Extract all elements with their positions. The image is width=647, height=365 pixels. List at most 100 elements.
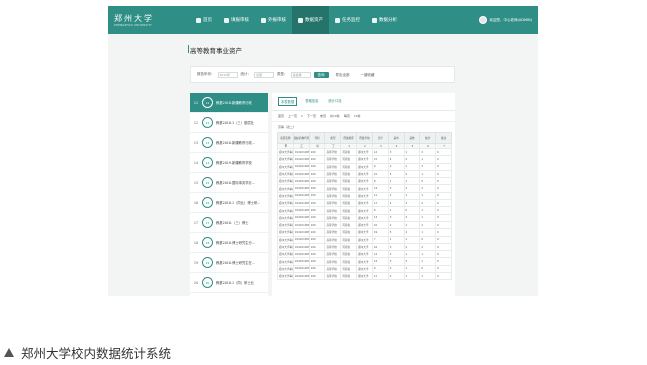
nav-item-4[interactable]: 任务监控 bbox=[329, 6, 366, 34]
nav-item-3[interactable]: 数据资产 bbox=[292, 6, 329, 34]
table-row[interactable]: 郑州大学事业单位91410100MA46100高等学校河南省郑州大学133210 bbox=[277, 213, 452, 222]
list-item-label: 教基2018.新疆教育行政... bbox=[216, 141, 255, 145]
list-item-label: 教基2018.博士研究生在... bbox=[216, 261, 255, 265]
pagination-item[interactable]: 上一页 bbox=[288, 114, 297, 118]
table-row[interactable]: 郑州大学事业单位91410100MA46100高等学校河南省郑州大学163220 bbox=[277, 242, 452, 252]
nav-item-label: 任务监控 bbox=[342, 18, 360, 23]
query-button[interactable]: 查询 bbox=[313, 71, 329, 78]
export-all-button[interactable]: 导出全部 bbox=[332, 72, 354, 78]
nav-item-1[interactable]: 填报审核 bbox=[218, 6, 255, 34]
table-row[interactable]: 郑州大学事业单位91410100MA46100高等学校河南省郑州大学174320 bbox=[277, 199, 452, 208]
page-title: 高等教育事业资产 bbox=[188, 45, 242, 55]
progress-ring-icon: 12 bbox=[202, 117, 213, 128]
progress-ring-icon: 19 bbox=[202, 257, 213, 268]
table-cell: 2 bbox=[419, 147, 437, 157]
user-area[interactable]: 欢迎您，中心老师(ADMIN) bbox=[478, 6, 532, 34]
list-item[interactable]: 17 17 教基2018.（三）博士 bbox=[190, 213, 268, 233]
pagination-item[interactable]: 每页 bbox=[344, 114, 350, 118]
table-cell: 郑州大学 bbox=[356, 272, 373, 281]
progress-ring-icon: 15 bbox=[202, 177, 213, 188]
table-cell: 郑州大学事业单位 bbox=[277, 264, 294, 274]
table-row[interactable]: 郑州大学事业单位91410100MA46100高等学校河南省郑州大学71100 bbox=[277, 235, 452, 244]
table-row[interactable]: 郑州大学事业单位91410100MA46100高等学校河南省郑州大学61010 bbox=[277, 206, 452, 215]
list-item[interactable]: 13 13 教基2018.新疆教育行政... bbox=[190, 133, 268, 153]
table-row[interactable]: 郑州大学事业单位91410100MA46100高等学校河南省郑州大学112110 bbox=[277, 272, 452, 281]
tab-1[interactable]: 表格信息 bbox=[303, 97, 320, 106]
table-cell: 5 bbox=[387, 169, 405, 179]
scope-select[interactable]: 全部 bbox=[254, 71, 274, 78]
list-item[interactable]: 15 15 教基2018.国际事务学办... bbox=[190, 173, 268, 193]
pagination-item[interactable]: 末页 bbox=[320, 114, 326, 118]
list-item-number: 16 bbox=[193, 200, 199, 205]
type-select[interactable]: 请选择 bbox=[290, 71, 311, 78]
table-cell: 郑州大学事业单位 bbox=[277, 147, 294, 157]
pagination-item[interactable]: 10条 bbox=[354, 114, 361, 118]
check-icon bbox=[261, 17, 266, 23]
pagination-item[interactable]: 共10条 bbox=[330, 114, 340, 118]
nav-item-2[interactable]: 外报审核 bbox=[255, 6, 292, 34]
tab-0[interactable]: 本表数据 bbox=[278, 97, 298, 106]
table-row[interactable]: 郑州大学事业单位91410100MA46100高等学校河南省郑州大学143210 bbox=[277, 257, 452, 266]
list-item[interactable]: 19 19 教基2018.博士研究生在... bbox=[190, 253, 268, 273]
table-cell: 2 bbox=[387, 162, 405, 171]
nav-item-5[interactable]: 数据分析 bbox=[366, 6, 403, 34]
list-item-number: 17 bbox=[193, 220, 199, 225]
table-cell: 郑州大学 bbox=[356, 191, 373, 201]
table-cell: 0 bbox=[435, 213, 452, 222]
table-row[interactable]: 郑州大学事业单位91410100MA46100高等学校河南省郑州大学154210 bbox=[277, 155, 452, 164]
table-header: 所属学校 bbox=[356, 132, 373, 144]
table-cell: 1 bbox=[403, 235, 421, 244]
list-item-number: 12 bbox=[193, 120, 199, 125]
table-cell: 河南省 bbox=[340, 213, 358, 222]
pagination-item[interactable]: 下一页 bbox=[307, 114, 316, 118]
table-cell: 10 bbox=[371, 220, 389, 230]
table-cell: 0 bbox=[435, 235, 452, 244]
table-cell: 0 bbox=[435, 206, 452, 215]
avatar[interactable] bbox=[478, 16, 487, 24]
table-header: 类型 bbox=[324, 132, 342, 144]
table-row[interactable]: 郑州大学事业单位91410100MA46100高等学校河南省郑州大学123120 bbox=[277, 147, 452, 157]
pagination-item[interactable]: 首页 bbox=[278, 114, 284, 118]
nav-item-0[interactable]: 首页 bbox=[190, 6, 218, 34]
table-row[interactable]: 郑州大学事业单位91410100MA46100高等学校河南省郑州大学92100 bbox=[277, 264, 452, 274]
table-cell: 91410100MA46 bbox=[292, 264, 310, 274]
tab-2[interactable]: 统计口径 bbox=[326, 97, 343, 106]
table-cell: 91410100MA46 bbox=[292, 228, 310, 237]
table-cell: 1 bbox=[387, 177, 405, 186]
table-cell: 91410100MA46 bbox=[292, 213, 310, 222]
list-item[interactable]: 14 14 教基2019.新疆教育学校 bbox=[190, 153, 268, 173]
list-item-number: 19 bbox=[193, 260, 199, 265]
year-select[interactable]: 2022年 bbox=[217, 71, 238, 78]
table-row[interactable]: 郑州大学事业单位91410100MA46100高等学校河南省郑州大学215210 bbox=[277, 169, 452, 179]
logo-name: 郑州大学 bbox=[114, 14, 154, 23]
table-header: 统计 bbox=[419, 132, 437, 144]
table-row[interactable]: 郑州大学事业单位91410100MA46100高等学校河南省郑州大学143220 bbox=[277, 184, 452, 193]
table-cell: 7 bbox=[371, 235, 389, 244]
list-item[interactable]: 16 16 教基2018.1（同比）博士研... bbox=[190, 193, 268, 213]
table-cell: 高等学校 bbox=[324, 169, 342, 179]
table-row[interactable]: 郑州大学事业单位91410100MA46100高等学校河南省郑州大学92130 bbox=[277, 162, 452, 171]
list-item[interactable]: 11 11 教基2018.新疆教育行政 bbox=[190, 93, 268, 113]
table-cell: 高等学校 bbox=[324, 220, 342, 230]
table-cell: 3 bbox=[403, 199, 421, 208]
list-item[interactable]: 12 12 教基2018.1（三）基层社 bbox=[190, 113, 268, 133]
table-row[interactable]: 郑州大学事业单位91410100MA46100高等学校河南省郑州大学102120 bbox=[277, 220, 452, 230]
table-cell: 91410100MA46 bbox=[292, 177, 310, 186]
table-cell: 17 bbox=[371, 199, 389, 208]
table-cell: 0 bbox=[435, 264, 452, 274]
table-cell: 1 bbox=[387, 206, 405, 215]
table-cell: 3 bbox=[387, 147, 405, 157]
table-row[interactable]: 郑州大学事业单位91410100MA46100高等学校河南省郑州大学195210 bbox=[277, 228, 452, 237]
table-row[interactable]: 郑州大学事业单位91410100MA46100高等学校河南省郑州大学81100 bbox=[277, 177, 452, 186]
table-cell: 100 bbox=[308, 162, 326, 171]
list-item[interactable]: 20 20 教基2018.1（同）研士业 bbox=[190, 273, 268, 293]
table-row[interactable]: 郑州大学事业单位91410100MA46100高等学校河南省郑州大学122110 bbox=[277, 250, 452, 259]
table-cell: 郑州大学 bbox=[356, 206, 373, 215]
university-logo[interactable]: 郑州大学 ZHENGZHOU UNIVERSITY bbox=[114, 8, 180, 32]
pagination-item[interactable]: 1 bbox=[301, 114, 303, 118]
favorite-button[interactable]: 一键收藏 bbox=[357, 72, 379, 78]
list-item[interactable]: 18 18 教基2018.博士研究生分... bbox=[190, 233, 268, 253]
table-row[interactable]: 郑州大学事业单位91410100MA46100高等学校河南省郑州大学112110 bbox=[277, 191, 452, 201]
triangle-icon bbox=[4, 348, 14, 357]
table-cell: 郑州大学事业单位 bbox=[277, 206, 294, 215]
